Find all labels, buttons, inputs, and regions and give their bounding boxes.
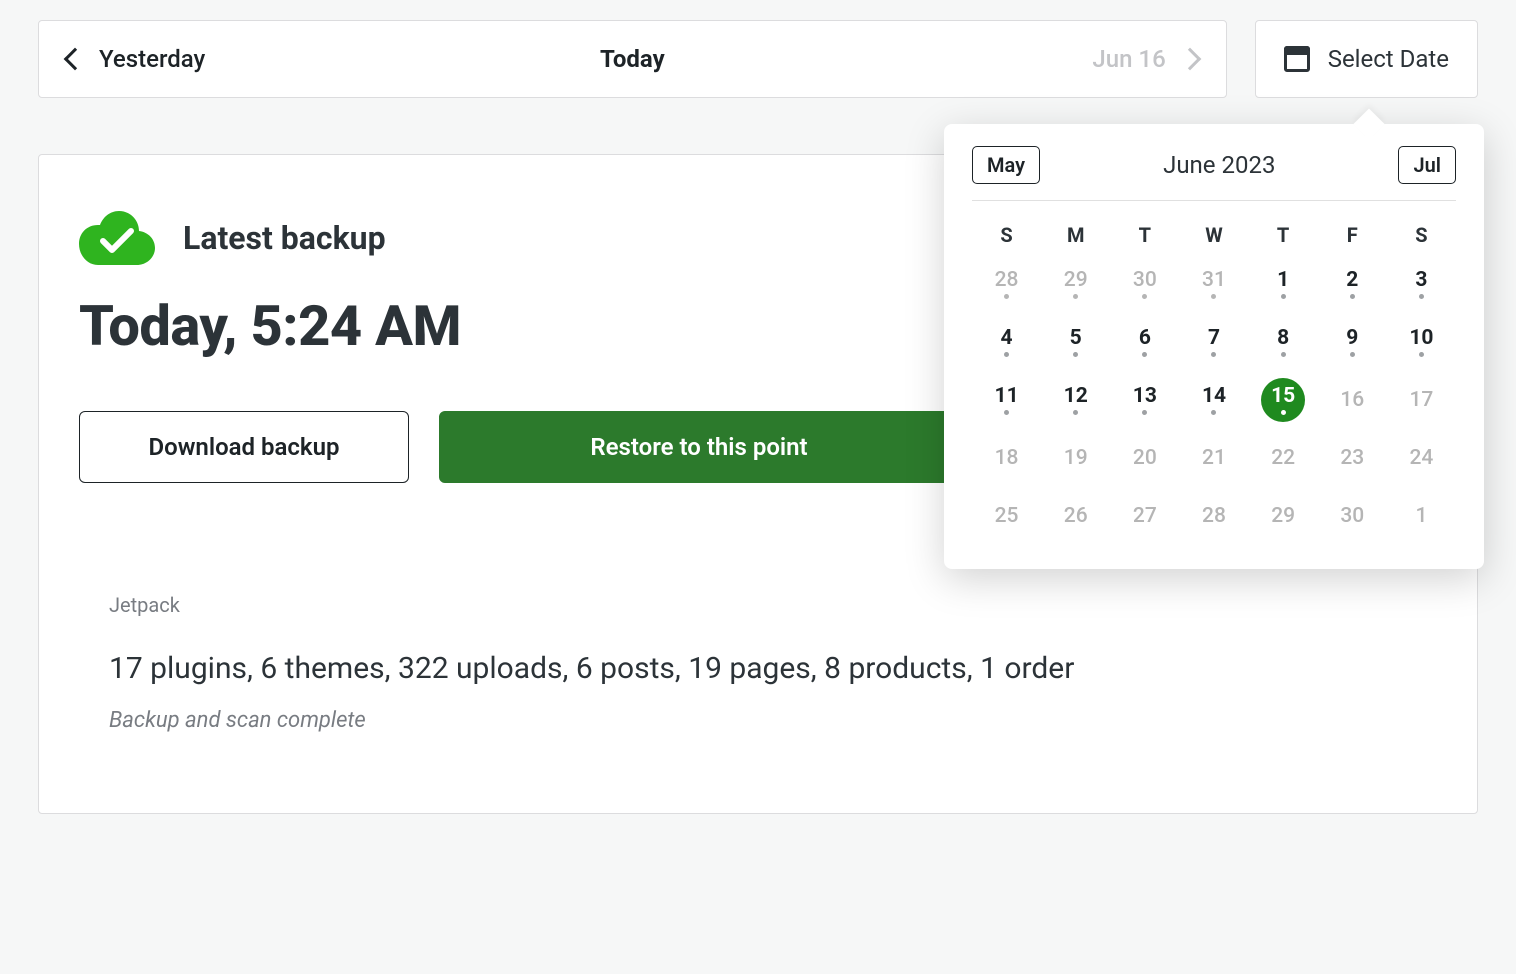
calendar-day: 29 <box>1249 491 1318 541</box>
cloud-check-icon <box>79 211 155 265</box>
calendar-day[interactable]: 13 <box>1110 375 1179 425</box>
calendar-dow: M <box>1041 213 1110 253</box>
calendar-day[interactable]: 1 <box>1249 259 1318 309</box>
latest-backup-label: Latest backup <box>183 219 386 257</box>
calendar-day: 21 <box>1179 433 1248 483</box>
calendar-day[interactable]: 6 <box>1110 317 1179 367</box>
nav-current-label: Today <box>600 45 665 73</box>
calendar-day[interactable]: 29 <box>1041 259 1110 309</box>
calendar-day[interactable]: 15 <box>1249 375 1318 425</box>
nav-prev-label: Yesterday <box>99 45 205 73</box>
select-date-label: Select Date <box>1328 45 1449 73</box>
calendar-dow: F <box>1318 213 1387 253</box>
calendar-dow: T <box>1110 213 1179 253</box>
calendar-day: 25 <box>972 491 1041 541</box>
next-month-button[interactable]: Jul <box>1398 146 1456 184</box>
download-backup-button[interactable]: Download backup <box>79 411 409 483</box>
calendar-day: 19 <box>1041 433 1110 483</box>
select-date-button[interactable]: Select Date <box>1255 20 1478 98</box>
download-backup-label: Download backup <box>149 433 340 461</box>
nav-next: Jun 16 <box>821 45 1198 73</box>
calendar-day[interactable]: 10 <box>1387 317 1456 367</box>
next-month-label: Jul <box>1413 153 1441 177</box>
calendar-day[interactable]: 8 <box>1249 317 1318 367</box>
calendar-day[interactable]: 2 <box>1318 259 1387 309</box>
nav-next-label: Jun 16 <box>1092 45 1165 73</box>
calendar-day: 23 <box>1318 433 1387 483</box>
calendar-day: 28 <box>1179 491 1248 541</box>
calendar-day[interactable]: 9 <box>1318 317 1387 367</box>
nav-prev[interactable]: Yesterday <box>67 45 444 73</box>
calendar-day[interactable]: 28 <box>972 259 1041 309</box>
restore-button[interactable]: Restore to this point <box>439 411 959 483</box>
site-name: Jetpack <box>79 593 1437 617</box>
calendar-day[interactable]: 4 <box>972 317 1041 367</box>
calendar-day[interactable]: 3 <box>1387 259 1456 309</box>
calendar-day[interactable]: 7 <box>1179 317 1248 367</box>
calendar-day: 16 <box>1318 375 1387 425</box>
calendar-day: 17 <box>1387 375 1456 425</box>
calendar-day: 30 <box>1318 491 1387 541</box>
restore-label: Restore to this point <box>590 433 807 461</box>
nav-current[interactable]: Today <box>444 45 821 73</box>
chevron-right-icon <box>1178 48 1201 71</box>
calendar-dow: W <box>1179 213 1248 253</box>
calendar-day[interactable]: 31 <box>1179 259 1248 309</box>
calendar-dow: S <box>972 213 1041 253</box>
calendar-day: 24 <box>1387 433 1456 483</box>
calendar-day: 26 <box>1041 491 1110 541</box>
chevron-left-icon <box>64 48 87 71</box>
calendar-day[interactable]: 5 <box>1041 317 1110 367</box>
date-nav: Yesterday Today Jun 16 <box>38 20 1227 98</box>
calendar-day: 22 <box>1249 433 1318 483</box>
calendar-day: 1 <box>1387 491 1456 541</box>
calendar-month-title: June 2023 <box>1163 151 1275 179</box>
prev-month-button[interactable]: May <box>972 146 1040 184</box>
calendar-day: 27 <box>1110 491 1179 541</box>
calendar-dow: S <box>1387 213 1456 253</box>
calendar-dow: T <box>1249 213 1318 253</box>
backup-status: Backup and scan complete <box>79 708 1437 733</box>
backup-summary: 17 plugins, 6 themes, 322 uploads, 6 pos… <box>79 651 1437 686</box>
calendar-popover: May June 2023 Jul SMTWTFS 28293031123456… <box>944 124 1484 569</box>
calendar-icon <box>1284 46 1310 72</box>
calendar-day[interactable]: 14 <box>1179 375 1248 425</box>
date-topbar: Yesterday Today Jun 16 Select Date <box>38 20 1478 98</box>
prev-month-label: May <box>987 153 1025 177</box>
calendar-day: 20 <box>1110 433 1179 483</box>
calendar-day[interactable]: 30 <box>1110 259 1179 309</box>
calendar-day: 18 <box>972 433 1041 483</box>
calendar-day[interactable]: 11 <box>972 375 1041 425</box>
calendar-day[interactable]: 12 <box>1041 375 1110 425</box>
